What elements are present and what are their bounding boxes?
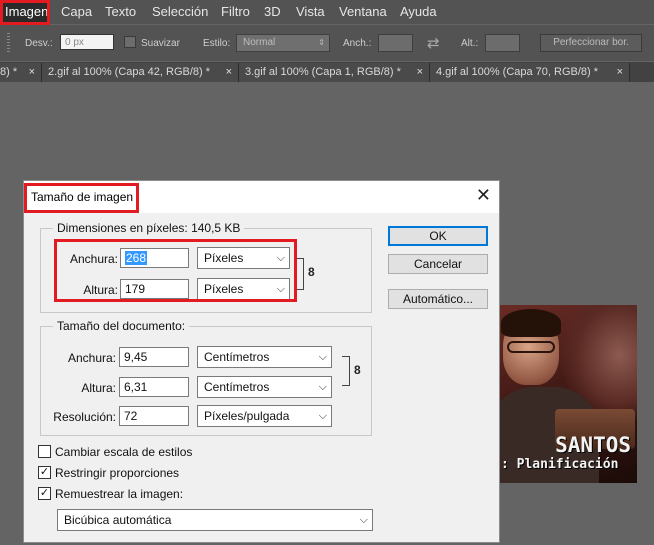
constrain-proportions-checkbox[interactable]: ✓ xyxy=(38,466,51,479)
doc-height-label: Altura: xyxy=(81,381,116,395)
close-icon[interactable]: × xyxy=(226,63,232,81)
tab-label: 2.gif al 100% (Capa 42, RGB/8) * xyxy=(48,66,211,78)
resolution-input[interactable]: 72 xyxy=(119,406,189,426)
menu-ayuda[interactable]: Ayuda xyxy=(398,0,439,24)
doc-width-unit-select[interactable]: Centímetros ⌵ xyxy=(197,346,332,368)
chevron-down-icon: ⌵ xyxy=(318,381,327,393)
doc-width-unit: Centímetros xyxy=(204,350,270,364)
close-icon[interactable]: ✕ xyxy=(476,185,491,206)
resample-method-select[interactable]: Bicúbica automática ⌵ xyxy=(57,509,373,531)
tab-document-1[interactable]: 8) * × xyxy=(0,63,42,82)
style-select-value: Normal xyxy=(243,37,276,48)
auto-button[interactable]: Automático... xyxy=(388,289,488,309)
swap-arrows-icon[interactable]: ⇄ xyxy=(427,34,440,52)
pixel-dimensions-legend: Dimensiones en píxeles: 140,5 KB xyxy=(53,221,245,235)
doc-width-label: Anchura: xyxy=(67,351,116,365)
constrain-proportions-label: Restringir proporciones xyxy=(55,466,180,480)
style-label: Estilo: xyxy=(203,38,231,49)
smooth-checkbox[interactable] xyxy=(124,36,136,48)
menu-bar: Imagen Capa Texto Selección Filtro 3D Vi… xyxy=(0,0,654,24)
updown-arrows-icon: ⇕ xyxy=(318,38,325,47)
resolution-unit: Píxeles/pulgada xyxy=(204,409,290,423)
tab-document-4[interactable]: 4.gif al 100% (Capa 70, RGB/8) * × xyxy=(430,63,630,82)
chain-link-icon: 8 xyxy=(354,363,361,377)
resample-method-value: Bicúbica automática xyxy=(64,513,172,527)
tab-document-2[interactable]: 2.gif al 100% (Capa 42, RGB/8) * × xyxy=(42,63,239,82)
options-bar: Desv.: 0 px Suavizar Estilo: Normal ⇕ An… xyxy=(0,25,654,61)
ok-button[interactable]: OK xyxy=(388,226,488,246)
highlight-pixel-dimensions xyxy=(54,239,297,302)
resample-checkbox[interactable]: ✓ xyxy=(38,487,51,500)
chevron-down-icon: ⌵ xyxy=(318,410,327,422)
scale-styles-checkbox[interactable] xyxy=(38,445,51,458)
resolution-label: Resolución: xyxy=(53,410,116,424)
toolbar-grip-icon[interactable] xyxy=(7,33,10,53)
feather-label: Desv.: xyxy=(25,38,53,49)
chevron-down-icon: ⌵ xyxy=(359,514,368,526)
image-subtitle-text: : Planificación xyxy=(501,457,619,472)
tab-label: 4.gif al 100% (Capa 70, RGB/8) * xyxy=(436,66,599,78)
resample-label: Remuestrear la imagen: xyxy=(55,487,184,501)
height-label: Alt.: xyxy=(461,38,479,49)
close-icon[interactable]: × xyxy=(417,63,423,81)
menu-texto[interactable]: Texto xyxy=(103,0,138,24)
image-size-dialog: Tamaño de imagen ✕ Dimensiones en píxele… xyxy=(23,180,500,543)
canvas-image: SANTOS : Planificación xyxy=(499,305,637,483)
scale-styles-label: Cambiar escala de estilos xyxy=(55,445,193,459)
cancel-button[interactable]: Cancelar xyxy=(388,254,488,274)
menu-capa[interactable]: Capa xyxy=(59,0,94,24)
smooth-label: Suavizar xyxy=(141,38,180,49)
menu-vista[interactable]: Vista xyxy=(294,0,327,24)
chain-link-icon: 8 xyxy=(308,265,315,279)
tab-label: 3.gif al 100% (Capa 1, RGB/8) * xyxy=(245,66,401,78)
close-icon[interactable]: × xyxy=(617,63,623,81)
chevron-down-icon: ⌵ xyxy=(318,351,327,363)
menu-filtro[interactable]: Filtro xyxy=(219,0,252,24)
width-label: Anch.: xyxy=(343,38,372,49)
tab-label: 8) * xyxy=(0,66,18,78)
height-input[interactable] xyxy=(485,34,520,52)
menu-3d[interactable]: 3D xyxy=(262,0,283,24)
doc-height-input[interactable]: 6,31 xyxy=(119,377,189,397)
tab-document-3[interactable]: 3.gif al 100% (Capa 1, RGB/8) * × xyxy=(239,63,430,82)
menu-ventana[interactable]: Ventana xyxy=(337,0,389,24)
style-select[interactable]: Normal ⇕ xyxy=(236,34,330,52)
image-title-text: SANTOS xyxy=(555,433,631,457)
doc-height-unit-select[interactable]: Centímetros ⌵ xyxy=(197,376,332,398)
doc-height-unit: Centímetros xyxy=(204,380,270,394)
menu-seleccion[interactable]: Selección xyxy=(150,0,210,24)
width-input[interactable] xyxy=(378,34,413,52)
image-person-glasses xyxy=(507,341,555,353)
document-tabs: 8) * × 2.gif al 100% (Capa 42, RGB/8) * … xyxy=(0,62,654,82)
feather-input[interactable]: 0 px xyxy=(60,34,114,50)
close-icon[interactable]: × xyxy=(29,63,35,81)
resolution-unit-select[interactable]: Píxeles/pulgada ⌵ xyxy=(197,405,332,427)
doc-width-input[interactable]: 9,45 xyxy=(119,347,189,367)
doc-link-bracket xyxy=(342,356,350,386)
pixel-link-bracket xyxy=(296,258,304,290)
highlight-menu-imagen xyxy=(0,0,50,25)
image-person-hair xyxy=(501,309,561,337)
refine-edge-button[interactable]: Perfeccionar bor. xyxy=(540,34,642,52)
highlight-dialog-title xyxy=(24,183,139,213)
document-size-legend: Tamaño del documento: xyxy=(53,319,190,333)
